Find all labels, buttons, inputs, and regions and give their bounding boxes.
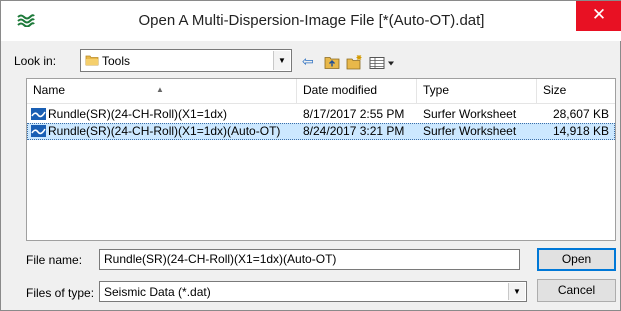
file-list[interactable]: Name ▲ Date modified Type Size Rundle(SR… — [26, 78, 616, 241]
lookin-toolbar: Look in: Tools ▼ ⇦ — [1, 41, 621, 78]
up-folder-icon[interactable] — [324, 53, 340, 71]
new-folder-icon[interactable] — [346, 53, 364, 71]
file-type-dropdown[interactable]: Seismic Data (*.dat) ▼ — [99, 281, 527, 302]
file-date: 8/24/2017 3:21 PM — [303, 124, 405, 138]
close-icon: ✕ — [591, 5, 607, 24]
column-header-size[interactable]: Size — [537, 79, 615, 104]
back-arrow-icon[interactable]: ⇦ — [302, 52, 314, 70]
file-name-input[interactable]: Rundle(SR)(24-CH-Roll)(X1=1dx)(Auto-OT) — [99, 249, 520, 270]
file-type: Surfer Worksheet — [423, 107, 517, 121]
file-size: 14,918 KB — [552, 124, 609, 138]
file-row-selected[interactable]: Rundle(SR)(24-CH-Roll)(X1=1dx)(Auto-OT) … — [27, 123, 615, 140]
lookin-dropdown[interactable]: Tools ▼ — [80, 49, 292, 72]
column-header-label: Date modified — [303, 83, 378, 97]
column-header-label: Name — [33, 83, 66, 97]
file-date: 8/17/2017 2:55 PM — [303, 107, 405, 121]
surfer-worksheet-icon — [31, 108, 46, 120]
folder-icon — [85, 55, 99, 66]
sort-ascending-icon: ▲ — [156, 85, 164, 94]
file-type-label: Files of type: — [26, 286, 95, 300]
close-button[interactable]: ✕ — [576, 1, 621, 31]
open-file-dialog: Open A Multi-Dispersion-Image File [*(Au… — [0, 0, 621, 311]
lookin-value: Tools — [102, 54, 131, 68]
column-header-label: Size — [543, 83, 567, 97]
file-row[interactable]: Rundle(SR)(24-CH-Roll)(X1=1dx) 8/17/2017… — [27, 106, 615, 123]
window-title: Open A Multi-Dispersion-Image File [*(Au… — [138, 12, 485, 29]
column-header-type[interactable]: Type — [417, 79, 537, 104]
file-name-label: File name: — [26, 253, 83, 267]
file-type-value: Seismic Data (*.dat) — [104, 285, 211, 299]
cancel-button[interactable]: Cancel — [537, 279, 616, 302]
chevron-down-icon[interactable]: ▼ — [508, 283, 525, 300]
column-header-name[interactable]: Name ▲ — [27, 79, 297, 104]
view-menu-icon[interactable] — [369, 54, 395, 72]
lookin-label: Look in: — [14, 54, 57, 68]
file-size: 28,607 KB — [552, 107, 609, 121]
file-type: Surfer Worksheet — [423, 124, 517, 138]
surfer-worksheet-icon — [31, 125, 46, 137]
column-header-label: Type — [423, 83, 450, 97]
column-header-date[interactable]: Date modified — [297, 79, 417, 104]
chevron-down-icon[interactable]: ▼ — [273, 51, 290, 70]
open-button[interactable]: Open — [537, 248, 616, 271]
file-name: Rundle(SR)(24-CH-Roll)(X1=1dx) — [48, 107, 228, 121]
file-name: Rundle(SR)(24-CH-Roll)(X1=1dx)(Auto-OT) — [48, 124, 281, 138]
title-bar[interactable]: Open A Multi-Dispersion-Image File [*(Au… — [1, 1, 621, 41]
